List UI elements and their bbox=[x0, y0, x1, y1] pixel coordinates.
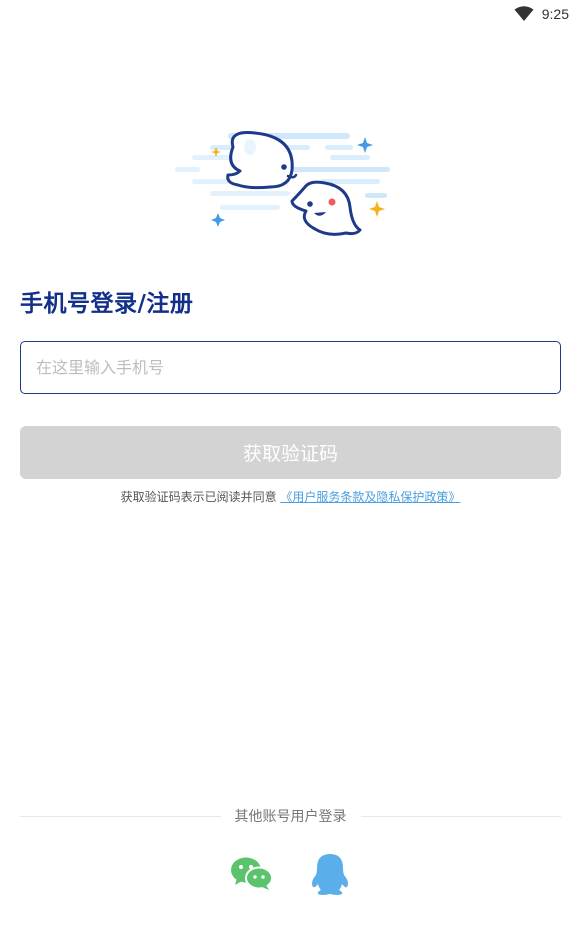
qq-login-button[interactable] bbox=[308, 852, 352, 896]
wechat-icon bbox=[230, 857, 273, 890]
other-login-divider: 其他账号用户登录 bbox=[20, 806, 561, 826]
agreement-notice: 获取验证码表示已阅读并同意 《用户服务条款及隐私保护政策》 bbox=[0, 488, 581, 505]
status-bar: 9:25 bbox=[0, 0, 581, 32]
sparkle-star bbox=[369, 201, 385, 217]
wifi-icon bbox=[514, 6, 534, 21]
phone-number-input[interactable] bbox=[20, 341, 561, 394]
ghost-1 bbox=[226, 131, 298, 190]
divider-line bbox=[20, 815, 221, 817]
sparkle-star bbox=[211, 213, 225, 227]
ghost-illustration bbox=[175, 131, 390, 236]
wechat-login-button[interactable] bbox=[230, 852, 274, 896]
agreement-text: 获取验证码表示已阅读并同意 bbox=[120, 490, 277, 504]
agreement-link[interactable]: 《用户服务条款及隐私保护政策》 bbox=[280, 490, 460, 504]
sparkle-star bbox=[357, 137, 373, 153]
divider-line bbox=[360, 815, 561, 817]
qq-icon bbox=[311, 854, 348, 895]
other-login-label: 其他账号用户登录 bbox=[234, 809, 347, 825]
get-code-button[interactable]: 获取验证码 bbox=[20, 426, 561, 479]
page-title: 手机号登录/注册 bbox=[20, 291, 194, 317]
social-login-options bbox=[0, 852, 581, 896]
ghost-2 bbox=[290, 180, 362, 236]
status-time: 9:25 bbox=[541, 6, 569, 22]
status-indicators: 9:25 bbox=[514, 6, 569, 22]
